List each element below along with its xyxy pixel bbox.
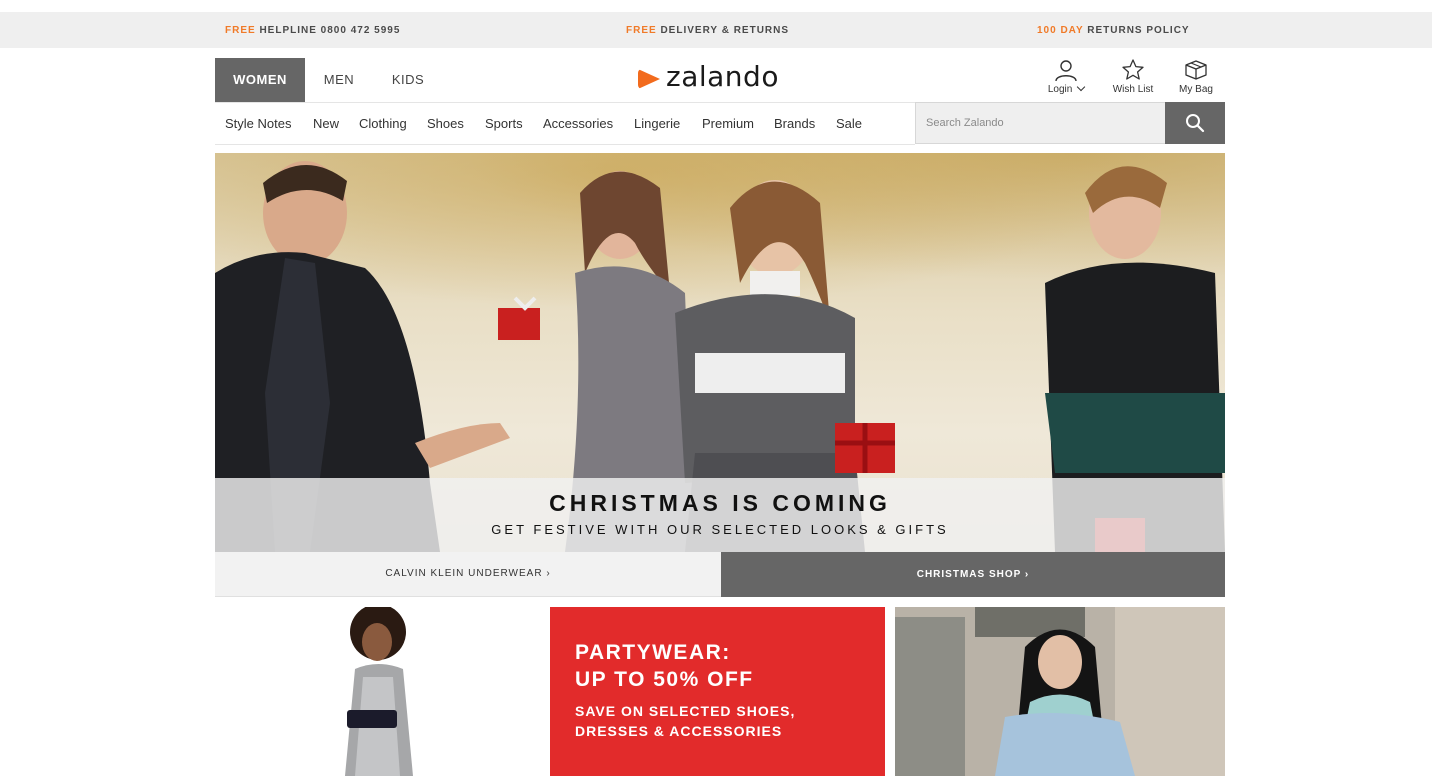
promo-delivery-highlight: FREE	[626, 25, 657, 36]
promo-helpline[interactable]: FREE HELPLINE 0800 472 5995	[225, 25, 400, 36]
promo-helpline-highlight: FREE	[225, 25, 256, 36]
tile-party-dress-photo[interactable]	[215, 607, 550, 776]
hero-subheadline: GET FESTIVE WITH OUR SELECTED LOOKS & GI…	[491, 522, 949, 537]
logo-text: zalando	[666, 60, 779, 93]
tab-men[interactable]: MEN	[305, 58, 373, 102]
tab-kids[interactable]: KIDS	[373, 58, 443, 102]
hero-banner[interactable]: CHRISTMAS IS COMING GET FESTIVE WITH OUR…	[215, 153, 1225, 552]
hero-caption: CHRISTMAS IS COMING GET FESTIVE WITH OUR…	[215, 478, 1225, 552]
chevron-right-icon: ›	[1024, 569, 1030, 580]
party-dress-image	[345, 607, 413, 776]
login-label: Login	[1047, 84, 1073, 95]
nav-premium[interactable]: Premium	[702, 116, 754, 131]
user-icon	[1055, 60, 1077, 82]
promo-returns[interactable]: 100 DAY RETURNS POLICY	[1037, 25, 1190, 36]
nav-new[interactable]: New	[313, 116, 339, 131]
promo-returns-highlight: 100 DAY	[1037, 25, 1084, 36]
nav-sports[interactable]: Sports	[485, 116, 523, 131]
calvin-klein-label: CALVIN KLEIN UNDERWEAR	[385, 568, 543, 579]
tab-women[interactable]: WOMEN	[215, 58, 305, 102]
nav-lingerie[interactable]: Lingerie	[634, 116, 680, 131]
search-input[interactable]	[915, 102, 1165, 144]
promo-bar: FREE HELPLINE 0800 472 5995 FREE DELIVER…	[0, 12, 1432, 48]
promo-returns-text: RETURNS POLICY	[1087, 25, 1190, 36]
tile-street-style-photo[interactable]	[895, 607, 1225, 776]
top-spacer	[0, 0, 1432, 12]
nav-clothing[interactable]: Clothing	[359, 116, 407, 131]
christmas-shop-label: CHRISTMAS SHOP	[916, 569, 1022, 580]
partywear-title-line2: UP TO 50% OFF	[575, 668, 754, 691]
logo-play-icon	[638, 69, 660, 89]
hero-headline: CHRISTMAS IS COMING	[549, 490, 891, 516]
nav-brands[interactable]: Brands	[774, 116, 815, 131]
bag-label: My Bag	[1179, 84, 1213, 95]
bag-button[interactable]: My Bag	[1166, 58, 1226, 95]
christmas-shop-link[interactable]: CHRISTMAS SHOP ›	[721, 552, 1225, 597]
nav-sale[interactable]: Sale	[836, 116, 862, 131]
partywear-sub-line2: DRESSES & ACCESSORIES	[575, 723, 783, 739]
chevron-down-icon	[1076, 82, 1086, 92]
nav-accessories[interactable]: Accessories	[543, 116, 613, 131]
promo-helpline-text: HELPLINE 0800 472 5995	[259, 25, 401, 36]
wishlist-button[interactable]: Wish List	[1103, 58, 1163, 95]
street-style-image	[895, 607, 1225, 776]
star-icon	[1122, 59, 1144, 80]
search-icon	[1186, 114, 1205, 133]
calvin-klein-link[interactable]: CALVIN KLEIN UNDERWEAR ›	[215, 552, 721, 597]
promo-delivery-text: DELIVERY & RETURNS	[660, 25, 790, 36]
promo-delivery[interactable]: FREE DELIVERY & RETURNS	[626, 25, 789, 36]
partywear-title-line1: PARTYWEAR:	[575, 641, 731, 664]
wishlist-label: Wish List	[1112, 84, 1154, 95]
tile-partywear-promo[interactable]: PARTYWEAR: UP TO 50% OFF SAVE ON SELECTE…	[550, 607, 885, 776]
search-button[interactable]	[1165, 102, 1225, 144]
category-nav: Style Notes New Clothing Shoes Sports Ac…	[215, 102, 915, 145]
login-button[interactable]: Login	[1036, 58, 1096, 95]
nav-shoes[interactable]: Shoes	[427, 116, 464, 131]
partywear-sub-line1: SAVE ON SELECTED SHOES,	[575, 703, 796, 719]
chevron-right-icon: ›	[546, 568, 551, 579]
box-icon	[1185, 60, 1207, 80]
nav-style-notes[interactable]: Style Notes	[225, 116, 291, 131]
